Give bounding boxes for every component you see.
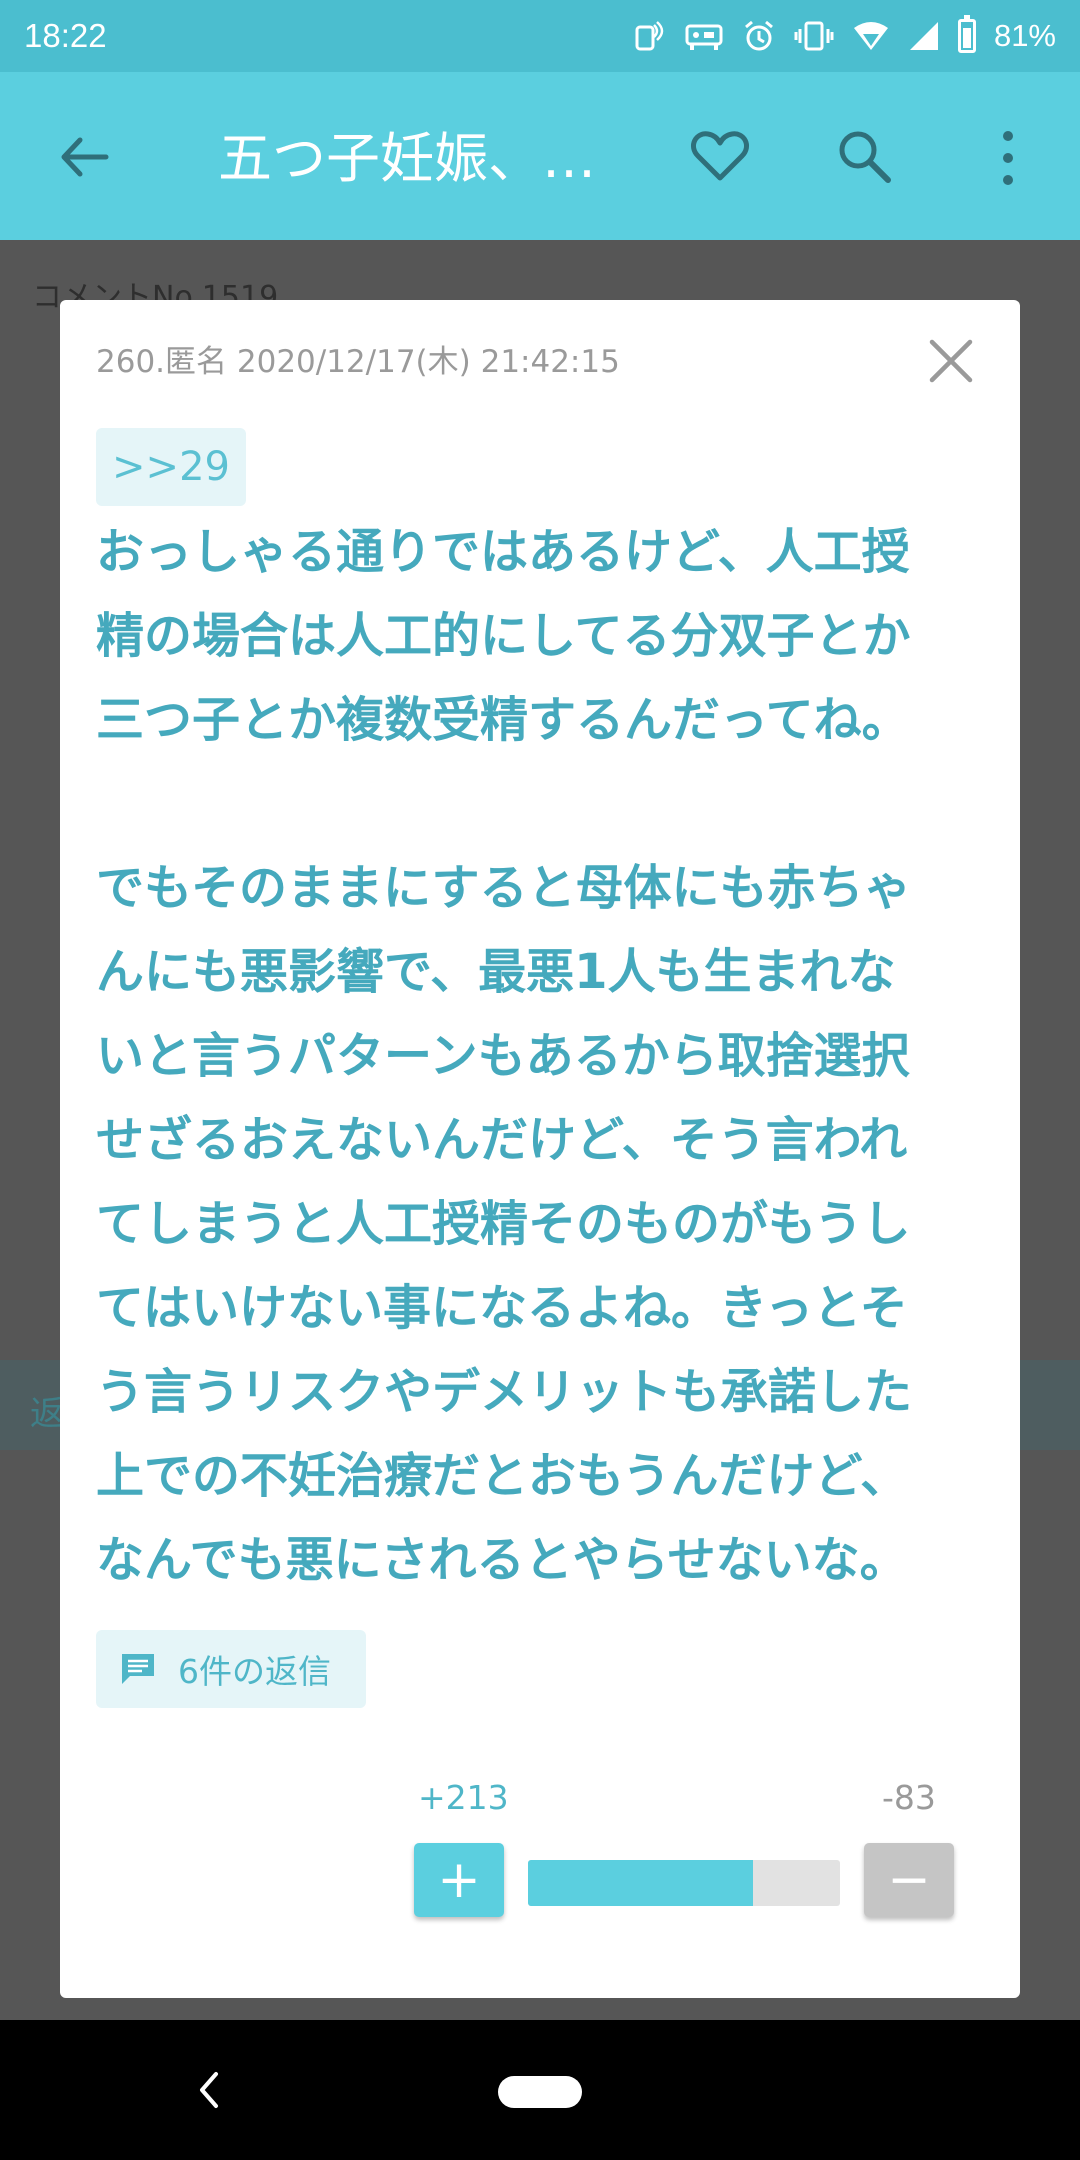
signal-icon: [908, 20, 940, 52]
nav-home-button[interactable]: [498, 2076, 582, 2108]
anchor-link[interactable]: >>29: [96, 428, 246, 506]
battery-percent: 81%: [993, 18, 1056, 53]
search-icon[interactable]: [836, 128, 892, 184]
reply-strip-label: 返: [30, 1394, 64, 1434]
heart-icon[interactable]: [690, 128, 750, 184]
comment-icon: [122, 1654, 154, 1684]
more-vert-icon[interactable]: [996, 128, 1020, 188]
minus-button[interactable]: −: [864, 1843, 954, 1917]
close-icon[interactable]: [926, 336, 976, 386]
nav-back-icon[interactable]: [196, 2070, 222, 2110]
status-time: 18:22: [24, 17, 107, 54]
vote-ratio-fill: [528, 1860, 753, 1906]
replies-label: 6件の返信: [178, 1652, 331, 1691]
comment-body: おっしゃる通りではあるけど、人工授 精の場合は人工的にしてる分双子とか 三つ子と…: [96, 524, 913, 1588]
status-icons: 81%: [632, 15, 1056, 54]
status-bar: 18:22 81%: [0, 0, 1080, 72]
plus-button[interactable]: +: [414, 1843, 504, 1917]
comment-meta: 260.匿名 2020/12/17(木) 21:42:15: [96, 344, 620, 380]
replies-button[interactable]: 6件の返信: [96, 1630, 366, 1708]
minus-count: -83: [882, 1778, 936, 1817]
alarm-icon: [742, 19, 776, 53]
plus-count: +213: [418, 1778, 509, 1817]
page-title: 五つ子妊娠、…: [218, 127, 596, 190]
nfc-icon: [632, 19, 666, 53]
comment-dialog: 260.匿名 2020/12/17(木) 21:42:15 >>29 おっしゃる…: [60, 300, 1020, 1998]
navigation-bar: [0, 2020, 1080, 2160]
battery-icon: [957, 15, 976, 53]
vibrate-icon: [794, 20, 834, 52]
vote-ratio-bar: [528, 1860, 840, 1906]
sim-icon: [684, 20, 724, 52]
back-arrow-icon[interactable]: [56, 130, 110, 184]
wifi-icon: [852, 20, 890, 52]
app-bar: 五つ子妊娠、…: [0, 72, 1080, 240]
